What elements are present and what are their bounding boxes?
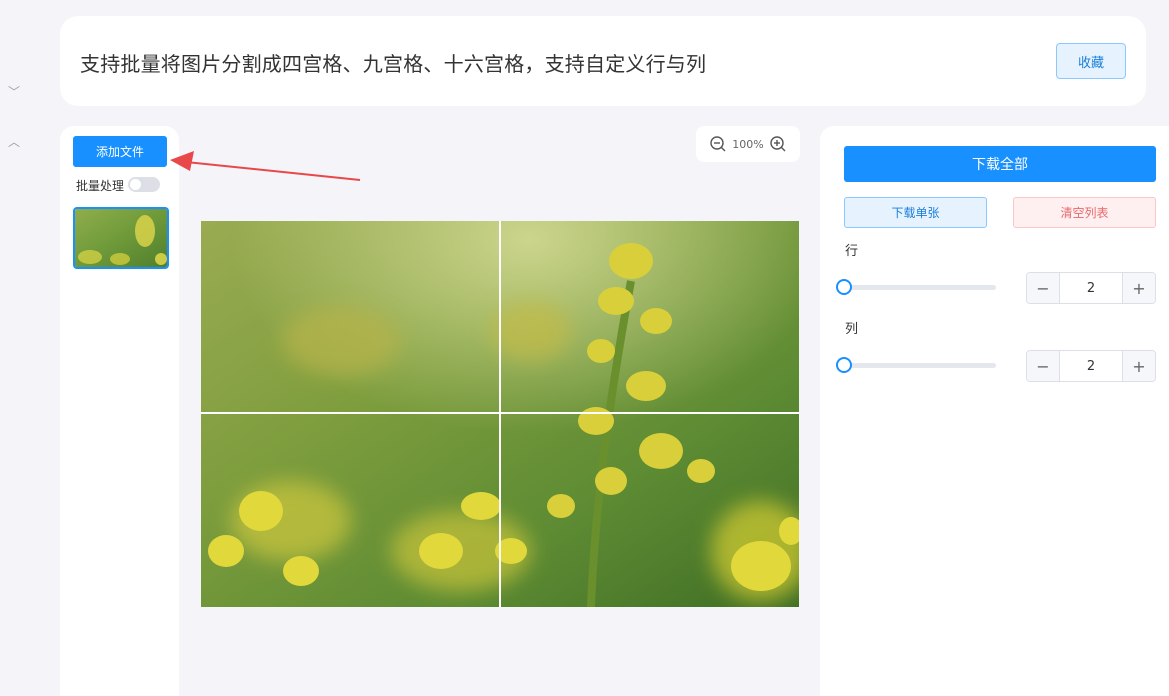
rows-slider-handle[interactable] — [836, 279, 852, 295]
add-file-button[interactable]: 添加文件 — [73, 136, 167, 167]
split-line-vertical — [499, 221, 501, 607]
cols-decrement-button[interactable]: − — [1027, 351, 1060, 381]
download-single-button[interactable]: 下载单张 — [844, 197, 987, 228]
zoom-level: 100% — [732, 137, 764, 151]
annotation-arrow — [170, 151, 361, 181]
zoom-in-icon[interactable] — [770, 136, 786, 152]
rows-label: 行 — [845, 244, 859, 259]
collapse-up-icon[interactable]: ︿ — [4, 131, 24, 151]
cols-label: 列 — [845, 322, 859, 337]
file-list-panel: 添加文件 批量处理 — [60, 126, 179, 696]
rows-decrement-button[interactable]: − — [1027, 273, 1060, 303]
cols-slider-handle[interactable] — [836, 357, 852, 373]
page-title: 支持批量将图片分割成四宫格、九宫格、十六宫格，支持自定义行与列 — [80, 52, 707, 76]
zoom-out-icon[interactable] — [710, 136, 726, 152]
image-thumbnail[interactable] — [73, 207, 169, 269]
cols-increment-button[interactable]: + — [1122, 351, 1155, 381]
favorite-button[interactable]: 收藏 — [1056, 43, 1126, 79]
collapse-down-icon[interactable]: ﹀ — [4, 81, 24, 101]
cols-stepper: − 2 + — [1026, 350, 1156, 382]
rows-value-input[interactable]: 2 — [1060, 281, 1122, 296]
zoom-controls: 100% — [696, 126, 800, 162]
rows-stepper: − 2 + — [1026, 272, 1156, 304]
header-card: 支持批量将图片分割成四宫格、九宫格、十六宫格，支持自定义行与列 收藏 — [60, 16, 1146, 106]
rows-slider-track[interactable] — [846, 285, 996, 290]
cols-value-input[interactable]: 2 — [1060, 359, 1122, 374]
thumbnail-image — [75, 209, 167, 267]
rows-increment-button[interactable]: + — [1122, 273, 1155, 303]
cols-slider-track[interactable] — [846, 363, 996, 368]
settings-panel: 下载全部 下载单张 清空列表 行 − 2 + 列 − 2 + — [820, 126, 1169, 696]
toggle-knob — [130, 179, 141, 190]
batch-process-toggle[interactable] — [128, 177, 160, 192]
split-line-horizontal — [201, 412, 799, 414]
clear-list-button[interactable]: 清空列表 — [1013, 197, 1156, 228]
batch-process-label: 批量处理 — [76, 179, 125, 193]
preview-image — [201, 221, 799, 607]
download-all-button[interactable]: 下载全部 — [844, 146, 1156, 182]
